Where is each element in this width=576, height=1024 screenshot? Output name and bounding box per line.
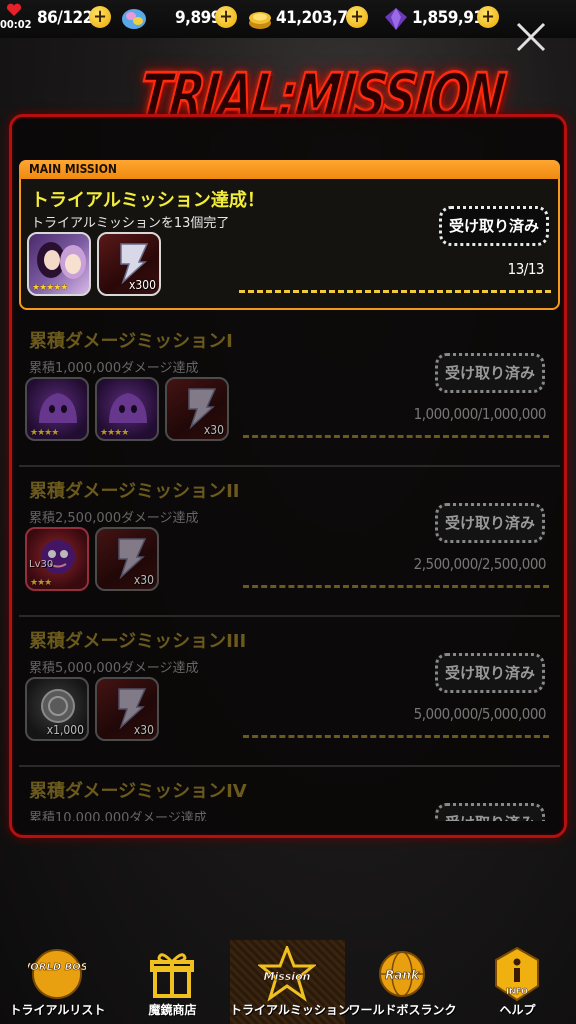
mission-panel: MAIN MISSION トライアルミッション達成！ トライアルミッションを13… [9,114,567,838]
reward-quantity: x30 [133,573,154,587]
progress-text: 1,000,000/1,000,000 [413,405,547,423]
mission-description: 累積2,500,000ダメージ達成 [29,511,199,526]
stamina-timer: 00:02 [0,18,32,31]
reward-quantity: x30 [203,423,224,437]
mission-title: トライアルミッション達成！ [31,190,265,211]
gift-box-icon [150,953,194,998]
gold-icon [249,12,271,29]
rank-globe-icon: Rank [379,951,425,997]
monster-portrait-icon [41,540,75,574]
nav-label: トライアルミッション [230,1003,350,1017]
claimed-button[interactable]: 受け取り済み [435,353,545,393]
mission-card: 累積ダメージミッションIII 累積5,000,000ダメージ達成 受け取り済み … [19,617,560,767]
purple-slime-icon [39,393,77,423]
progress-text: 2,500,000/2,500,000 [413,555,547,573]
claimed-button[interactable]: 受け取り済み [439,206,549,246]
add-gem-button[interactable]: + [215,6,237,28]
reward-quantity: x1,000 [46,723,84,737]
reward-quantity: x30 [133,723,154,737]
rarity-stars: ★★★★ [100,428,129,438]
mission-title: 累積ダメージミッションI [29,331,233,352]
gem-icon [122,9,146,29]
stamina-indicator: 00:02 [0,0,32,38]
nav-shop[interactable]: 魔鏡商店 [115,940,230,1024]
add-crystal-button[interactable]: + [477,6,499,28]
nav-help[interactable]: INFO ヘルプ [460,940,575,1024]
mission-card: 累積ダメージミッションI 累積1,000,000ダメージ達成 受け取り済み ★★… [19,317,560,467]
progress-bar [243,435,549,438]
progress-bar [239,290,551,293]
nav-label: トライアルリスト [9,1003,106,1017]
rarity-stars: ★★★★★ [32,283,68,293]
claimed-button[interactable]: 受け取り済み [435,653,545,693]
mission-icon-text: Mission [264,970,311,983]
mission-card: 累積ダメージミッションII 累積2,500,000ダメージ達成 受け取り済み L… [19,467,560,617]
mission-title: 累積ダメージミッションIV [29,781,247,802]
main-mission-card: MAIN MISSION トライアルミッション達成！ トライアルミッションを13… [19,160,560,310]
mission-description: 累積10,000,000ダメージ達成 [29,811,207,821]
main-mission-tag: MAIN MISSION [19,160,560,179]
nav-label: ヘルプ [499,1003,536,1017]
add-stamina-button[interactable]: + [89,6,111,28]
reward-item[interactable]: x30 [165,377,229,441]
reward-item[interactable]: ★★★★★ [27,232,91,296]
crystal-icon [385,8,407,30]
mission-description: 累積1,000,000ダメージ達成 [29,361,199,376]
reward-item[interactable]: x300 [97,232,161,296]
info-icon: INFO [495,946,539,1002]
purple-slime-icon [109,393,147,423]
reward-item[interactable]: x1,000 [25,677,89,741]
stamina-value: 86/122 [37,8,93,28]
mission-description: トライアルミッションを13個完了 [31,216,230,231]
reward-item[interactable]: x30 [95,677,159,741]
claimed-button[interactable]: 受け取り済み [435,503,545,543]
rarity-stars: ★★★★ [30,428,59,438]
close-icon[interactable] [514,20,548,54]
reward-item[interactable]: x30 [95,527,159,591]
mission-title: 累積ダメージミッションII [29,481,240,502]
nav-label: 魔鏡商店 [148,1003,197,1017]
mission-title: 累積ダメージミッションIII [29,631,247,652]
add-gold-button[interactable]: + [346,6,368,28]
resource-bar: 00:02 86/122 + 9,899 + 41,203,763 + 1,85… [0,0,576,38]
nav-trial-list[interactable]: WORLD BOSS ​ トライアルリスト [0,940,115,1024]
bottom-navigation: WORLD BOSS ​ トライアルリスト 魔鏡商店 Mission トライアル… [0,940,576,1024]
gem-value: 9,899 [175,8,221,28]
nav-label: ワールドボスランク [348,1003,457,1017]
heart-icon [6,3,22,16]
progress-text: 13/13 [507,260,545,278]
nav-trial-mission[interactable]: Mission トライアルミッション [230,940,350,1024]
hero-portrait-icon [37,242,86,279]
claimed-button[interactable]: 受け取り済み [435,803,545,821]
reward-item[interactable]: Lv30 ★★★ [25,527,89,591]
reward-item[interactable]: ★★★★ [25,377,89,441]
progress-bar [243,735,549,738]
world-boss-icon: WORLD BOSS ​ [28,949,86,999]
mission-list[interactable]: MAIN MISSION トライアルミッション達成！ トライアルミッションを13… [12,117,564,821]
info-icon-text: INFO [506,987,528,996]
world-boss-icon-text: WORLD BOSS [28,962,86,973]
silver-coin-icon [41,689,75,723]
progress-bar [243,585,549,588]
reward-item[interactable]: ★★★★ [95,377,159,441]
rarity-stars: ★★★ [30,578,52,588]
level-label: Lv30 [29,559,54,570]
nav-world-boss-rank[interactable]: Rank ワールドボスランク [345,940,460,1024]
progress-text: 5,000,000/5,000,000 [413,705,547,723]
reward-quantity: x300 [129,278,156,292]
mission-card: 累積ダメージミッションIV 累積10,000,000ダメージ達成 受け取り済み [19,767,560,821]
rank-icon-text: Rank [385,968,420,982]
mission-description: 累積5,000,000ダメージ達成 [29,661,199,676]
mission-star-icon: Mission [258,946,316,1002]
